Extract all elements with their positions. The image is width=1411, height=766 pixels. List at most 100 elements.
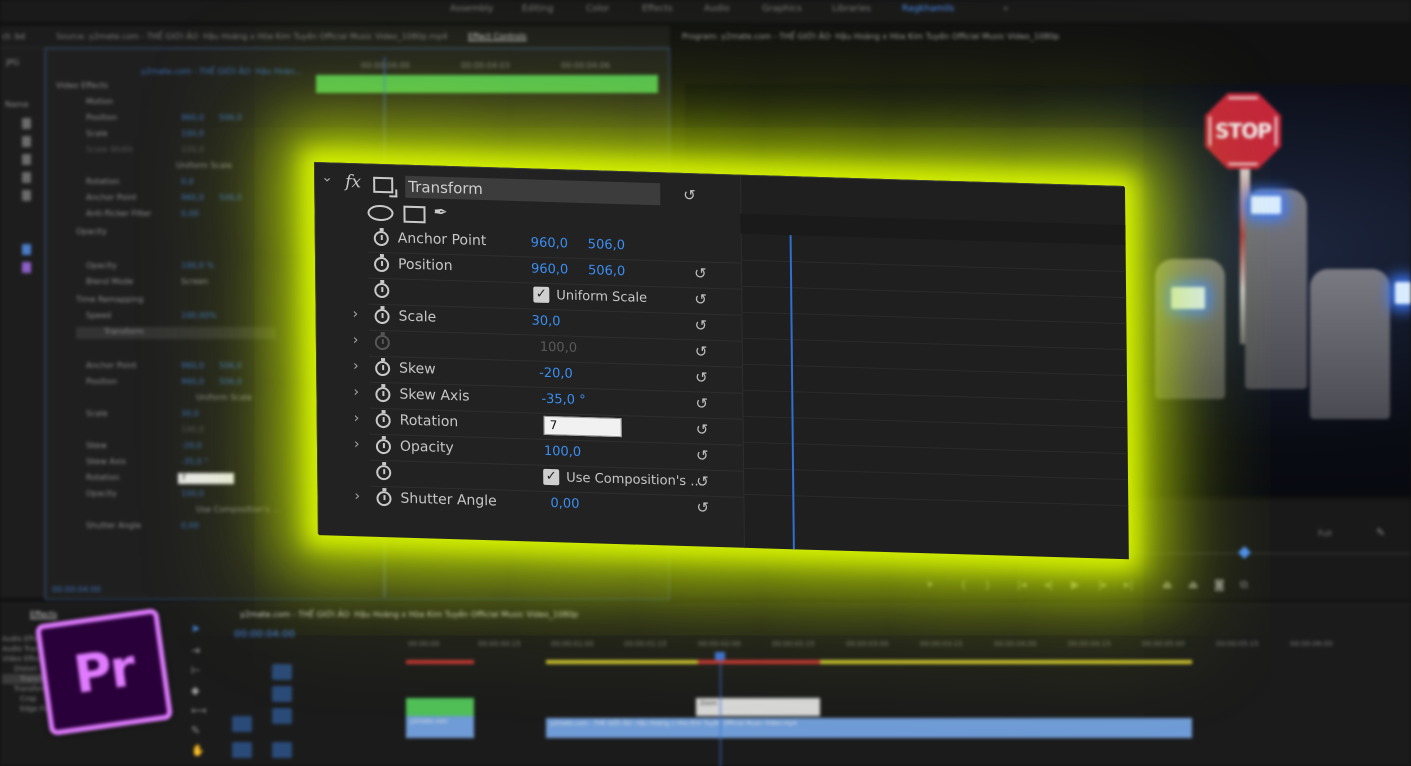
scale-value[interactable]: 30,0: [532, 313, 561, 329]
mark-out-icon[interactable]: }: [984, 578, 991, 591]
ec-row[interactable]: Uniform Scale: [86, 161, 232, 173]
nav-graphics[interactable]: Graphics: [762, 4, 802, 14]
ec-row[interactable]: Position 960,0 506,0: [86, 377, 242, 389]
twirl-chevron-icon[interactable]: ›: [353, 384, 359, 400]
play-icon[interactable]: ▶: [1071, 578, 1079, 591]
ec-clip-bar[interactable]: [316, 75, 658, 93]
ec-row[interactable]: Uniform Scale: [86, 393, 252, 405]
reset-icon[interactable]: ↺: [696, 446, 709, 464]
ec-row[interactable]: Use Composition's ...: [86, 505, 280, 517]
export-frame-icon[interactable]: ◙: [1214, 578, 1225, 591]
ec-row[interactable]: Anti-flicker Filter 0,00: [86, 209, 199, 221]
ec-row[interactable]: Anchor Point 960,0 506,0: [86, 361, 242, 373]
clip-adjustment-zoom[interactable]: Zoom: [696, 698, 820, 716]
project-item-thumbnail[interactable]: [22, 244, 31, 255]
zoom-select[interactable]: Full: [1318, 529, 1332, 538]
ec-row[interactable]: Skew -20,0: [86, 441, 202, 453]
name-column-header[interactable]: Name: [5, 100, 29, 109]
uniform-scale-checkbox[interactable]: ✓: [533, 286, 550, 303]
reset-icon[interactable]: ↺: [696, 420, 709, 438]
twirl-chevron-icon[interactable]: ›: [353, 358, 359, 374]
stopwatch-icon[interactable]: [374, 282, 390, 299]
stopwatch-icon[interactable]: [373, 230, 389, 247]
anchor-y-value[interactable]: 506,0: [588, 237, 625, 253]
shutter-angle-value[interactable]: 0,00: [550, 496, 579, 512]
ripple-edit-tool-icon[interactable]: ⊢: [191, 664, 205, 678]
skew-value[interactable]: -20,0: [539, 366, 573, 382]
ec-row[interactable]: Position 960,0 506,0: [86, 113, 242, 125]
ellipse-mask-icon[interactable]: [367, 204, 394, 222]
ec-row-motion[interactable]: Motion: [86, 97, 113, 109]
source-patch-v1[interactable]: [232, 716, 252, 732]
project-item-thumbnail[interactable]: [22, 190, 31, 201]
opacity-value[interactable]: 100,0: [544, 444, 581, 460]
source-tab[interactable]: Source: y2mate.com - THẾ GIỚI ẢO· Hậu Ho…: [56, 32, 447, 41]
stopwatch-icon[interactable]: [376, 490, 392, 507]
nav-effects[interactable]: Effects: [642, 4, 673, 14]
twirl-chevron-icon[interactable]: ›: [354, 436, 360, 452]
project-item-thumbnail[interactable]: [22, 154, 31, 165]
reset-icon[interactable]: ↺: [695, 368, 708, 386]
nav-audio[interactable]: Audio: [704, 4, 730, 14]
nav-color[interactable]: Color: [586, 4, 610, 14]
slip-tool-icon[interactable]: ⟷: [191, 704, 207, 718]
twirl-chevron-icon[interactable]: ›: [354, 410, 360, 426]
track-target-a1[interactable]: [272, 742, 292, 758]
nav-more-icon[interactable]: »: [1003, 4, 1009, 14]
project-item-thumbnail[interactable]: [22, 172, 31, 183]
track-target-v3[interactable]: [272, 664, 292, 680]
reset-icon[interactable]: ↺: [694, 290, 707, 308]
position-y-value[interactable]: 506,0: [588, 263, 625, 279]
position-x-value[interactable]: 960,0: [531, 261, 568, 277]
ec-row-transform[interactable]: Transform: [76, 327, 276, 339]
stopwatch-icon[interactable]: [375, 438, 392, 455]
stopwatch-icon[interactable]: [373, 256, 390, 273]
step-forward-icon[interactable]: |▸: [1098, 578, 1107, 591]
track-target-v1[interactable]: [272, 708, 292, 724]
nav-editing[interactable]: Editing: [522, 4, 553, 14]
nav-libraries[interactable]: Libraries: [832, 4, 871, 14]
program-playhead[interactable]: [1238, 546, 1251, 559]
ec-row[interactable]: Rotation 0,0: [86, 177, 194, 189]
clip-green[interactable]: [406, 698, 474, 716]
sequence-tab[interactable]: y2mate.com - THẾ GIỚI ẢO· Hậu Hoàng x Hò…: [240, 610, 578, 619]
nav-assembly[interactable]: Assembly: [450, 4, 493, 14]
ec-footer-timecode[interactable]: 00:00:04:00: [52, 585, 101, 597]
pen-mask-icon[interactable]: ✒: [433, 203, 447, 223]
reset-icon[interactable]: ↺: [695, 342, 708, 360]
twirl-chevron-icon[interactable]: ›: [353, 332, 359, 348]
add-marker-icon[interactable]: ▾: [927, 578, 933, 591]
anchor-x-value[interactable]: 960,0: [531, 235, 568, 251]
ec-clip-name[interactable]: y2mate.com - THẾ GIỚI ẢO· Hậu Hoàn...: [141, 67, 302, 79]
twirl-chevron-icon[interactable]: ›: [352, 306, 358, 322]
clip-video-main[interactable]: y2mate.com - THẾ GIỚI ẢO· Hậu Hoàng x Hò…: [546, 718, 1192, 738]
track-select-tool-icon[interactable]: ⇥: [191, 644, 205, 658]
ec-row[interactable]: Anchor Point 960,0 506,0: [86, 193, 242, 205]
use-composition-checkbox[interactable]: ✓: [543, 468, 560, 486]
skew-axis-value[interactable]: -35,0 °: [541, 392, 585, 408]
stopwatch-icon[interactable]: [374, 308, 390, 325]
timeline-ruler[interactable]: 00:00:00 00:00:00:15 00:00:01:00 00:00:0…: [406, 640, 1411, 656]
ec-row[interactable]: Scale Width 100,0: [86, 145, 204, 157]
stopwatch-icon[interactable]: [375, 412, 391, 429]
settings-icon[interactable]: ✎: [1376, 526, 1385, 539]
razor-tool-icon[interactable]: ◆: [191, 684, 205, 698]
timeline-playhead[interactable]: [715, 652, 725, 766]
ec-row[interactable]: Scale 100,0: [86, 129, 204, 141]
ec-row[interactable]: Rotation 7: [86, 473, 234, 485]
project-item-thumbnail[interactable]: [22, 118, 31, 129]
rect-mask-icon[interactable]: [403, 205, 426, 224]
reset-icon[interactable]: ↺: [696, 472, 709, 490]
collapse-chevron-icon[interactable]: ⌄: [321, 169, 333, 185]
ec-row[interactable]: Opacity 100,0 %: [86, 261, 214, 273]
step-back-icon[interactable]: ◂|: [1044, 578, 1053, 591]
twirl-chevron-icon[interactable]: ›: [354, 488, 360, 504]
ec-row[interactable]: Opacity: [76, 227, 107, 239]
stopwatch-icon[interactable]: [375, 360, 391, 377]
ec-row[interactable]: Blend Mode Screen: [86, 277, 209, 289]
reset-icon[interactable]: ↺: [696, 498, 709, 516]
track-target-v2[interactable]: [272, 686, 292, 702]
ec-row[interactable]: Scale 30,0: [86, 409, 199, 421]
pen-tool-icon[interactable]: ✎: [191, 724, 205, 738]
program-title[interactable]: Program: y2mate.com - THẾ GIỚI ẢO· Hậu H…: [682, 32, 1059, 41]
